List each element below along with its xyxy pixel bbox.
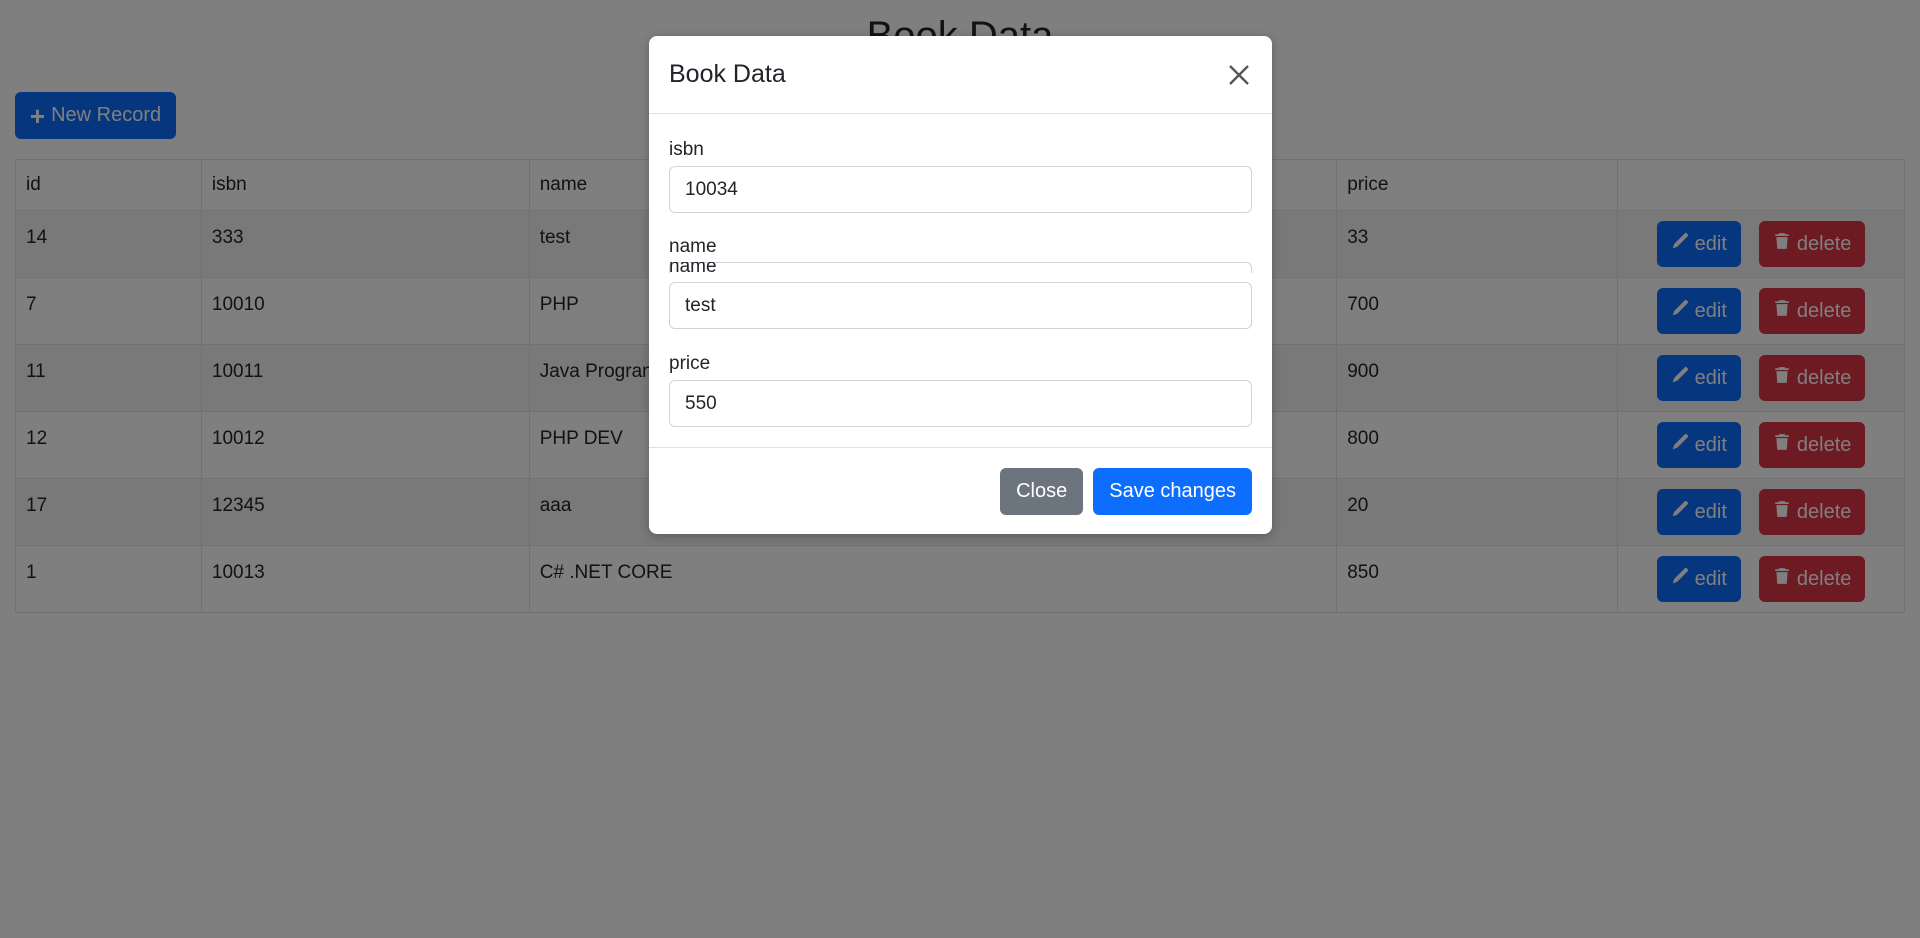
modal-header: Book Data <box>649 36 1272 114</box>
price-label: price <box>669 353 711 374</box>
page: Book Data + New Record id isbn name pric… <box>0 0 1920 938</box>
isbn-label: isbn <box>669 139 704 160</box>
isbn-input[interactable] <box>669 166 1252 213</box>
price-input[interactable] <box>669 380 1252 427</box>
name-ghost-box <box>669 262 1252 273</box>
close-button[interactable]: Close <box>1000 467 1084 515</box>
modal-footer: Close Save changes <box>649 447 1272 534</box>
modal-title: Book Data <box>669 60 786 88</box>
name-ghost-label: name <box>669 262 717 273</box>
name-input[interactable] <box>669 282 1252 329</box>
name-ghost-field: name <box>669 262 1252 273</box>
name-label: name <box>669 236 717 257</box>
save-changes-button[interactable]: Save changes <box>1093 467 1252 515</box>
modal-body: isbn name name price <box>649 114 1272 447</box>
close-icon[interactable] <box>1226 62 1252 88</box>
book-modal: Book Data isbn name name price Close Sav… <box>649 36 1272 534</box>
